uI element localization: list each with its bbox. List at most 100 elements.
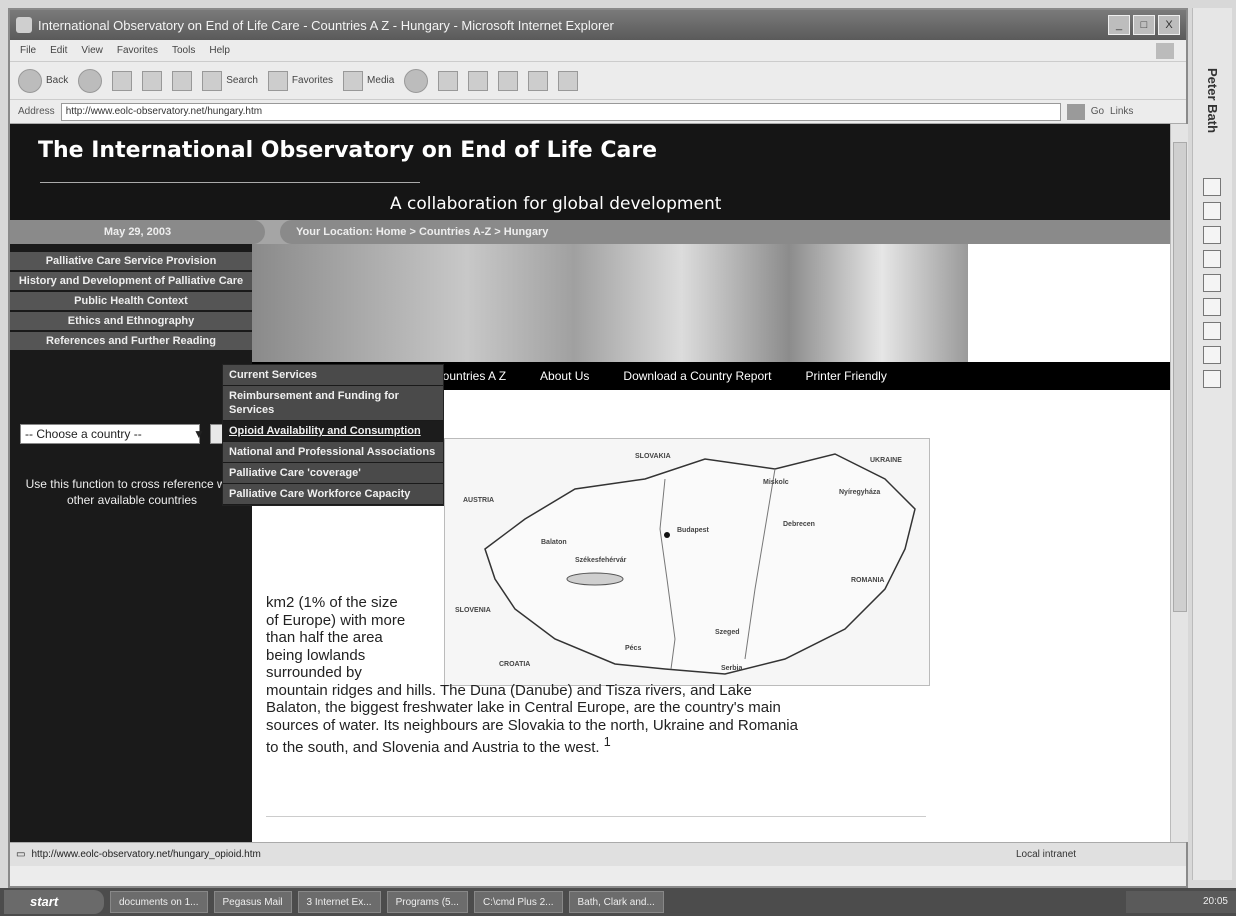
breadcrumb[interactable]: Your Location: Home > Countries A-Z > Hu… (280, 220, 1170, 244)
home-button[interactable] (172, 70, 193, 91)
close-button[interactable]: X (1158, 15, 1180, 35)
article-last-line: to the south, and Slovenia and Austria t… (266, 734, 938, 757)
settings-icon[interactable] (1203, 346, 1221, 364)
menu-help[interactable]: Help (209, 45, 230, 56)
article-line: than half the area (266, 629, 383, 646)
excel-icon[interactable] (1203, 202, 1221, 220)
side-item-history[interactable]: History and Development of Palliative Ca… (10, 272, 252, 292)
taskbar-item[interactable]: Programs (5... (386, 891, 468, 913)
go-arrow-icon[interactable] (1066, 103, 1085, 120)
taskbar-item[interactable]: Pegasus Mail (213, 891, 292, 913)
mail-button[interactable] (438, 70, 459, 91)
page-viewport: The International Observatory on End of … (10, 124, 1170, 842)
links-button[interactable]: Links (1110, 106, 1133, 117)
menu-favorites[interactable]: Favorites (117, 45, 158, 56)
map-label-debrecen: Debrecen (783, 521, 815, 528)
menu-item-reimbursement[interactable]: Reimbursement and Funding for Services (223, 386, 443, 421)
map-label-szekesfehervar: Székesfehérvár (575, 557, 627, 564)
country-select[interactable]: -- Choose a country -- ▼ (20, 424, 205, 444)
article-line: Balaton, the biggest freshwater lake in … (266, 699, 781, 716)
article-line: sources of water. Its neighbours are Slo… (266, 716, 798, 734)
print-button[interactable] (468, 70, 489, 91)
menu-item-workforce[interactable]: Palliative Care Workforce Capacity (223, 484, 443, 505)
article-text: km2 (1% of the size of Europe) with more… (266, 594, 938, 757)
calendar-icon[interactable] (1203, 298, 1221, 316)
favorites-button[interactable]: Favorites (267, 70, 333, 91)
side-toolbar-user: Peter Bath (1205, 68, 1220, 134)
media-label: Media (367, 75, 395, 86)
minimize-button[interactable]: _ (1108, 15, 1130, 35)
address-input[interactable]: http://www.eolc-observatory.net/hungary.… (60, 102, 1061, 121)
discuss-button[interactable] (528, 70, 549, 91)
nav-download-report[interactable]: Download a Country Report (623, 369, 771, 383)
menu-tools[interactable]: Tools (172, 45, 195, 56)
services-dropdown-menu: Current Services Reimbursement and Fundi… (222, 364, 444, 506)
nav-countries[interactable]: Countries A Z (434, 369, 506, 383)
vertical-scrollbar[interactable] (1170, 124, 1188, 842)
window-title: International Observatory on End of Life… (38, 17, 614, 33)
history-button[interactable] (404, 68, 429, 93)
menu-file[interactable]: File (20, 45, 36, 56)
browser-window: International Observatory on End of Life… (8, 8, 1188, 888)
map-label-austria: AUSTRIA (463, 497, 495, 504)
article-line: being lowlands (266, 646, 366, 664)
address-bar: Address http://www.eolc-observatory.net/… (10, 100, 1186, 124)
monitor-icon[interactable] (1203, 250, 1221, 268)
chevron-down-icon: ▼ (193, 427, 205, 441)
nav-printer-friendly[interactable]: Printer Friendly (805, 369, 886, 383)
footnote-link[interactable]: 1 (604, 735, 611, 749)
folder-icon[interactable] (1203, 274, 1221, 292)
content-divider (266, 816, 926, 817)
map-label-balaton: Balaton (541, 539, 567, 546)
forward-button[interactable] (78, 68, 103, 93)
map-label-budapest: Budapest (677, 527, 709, 534)
messenger-button[interactable] (558, 70, 579, 91)
menu-item-coverage[interactable]: Palliative Care 'coverage' (223, 463, 443, 484)
taskbar-item[interactable]: 3 Internet Ex... (297, 891, 381, 913)
map-label-ukraine: UKRAINE (870, 457, 902, 464)
taskbar-item[interactable]: documents on 1... (110, 891, 208, 913)
edit-button[interactable] (498, 70, 519, 91)
search-button[interactable]: Search (202, 70, 258, 91)
powerpoint-icon[interactable] (1203, 226, 1221, 244)
country-select-value: -- Choose a country -- (25, 427, 142, 441)
scrollbar-thumb[interactable] (1173, 142, 1187, 612)
word-icon[interactable] (1203, 178, 1221, 196)
status-zone: Local intranet (1016, 849, 1077, 860)
map-label-slovakia: SLOVAKIA (635, 453, 671, 460)
start-button[interactable]: start (4, 890, 104, 914)
clock-icon[interactable] (1203, 322, 1221, 340)
maximize-button[interactable]: □ (1133, 15, 1155, 35)
info-bar: May 29, 2003 Your Location: Home > Count… (10, 220, 1170, 244)
side-item-references[interactable]: References and Further Reading (10, 332, 252, 352)
menu-bar: File Edit View Favorites Tools Help (10, 40, 1186, 62)
stop-button[interactable] (112, 70, 133, 91)
menu-item-associations[interactable]: National and Professional Associations (223, 442, 443, 463)
nav-about[interactable]: About Us (540, 369, 589, 383)
go-button[interactable]: Go (1091, 106, 1104, 117)
side-item-public-health[interactable]: Public Health Context (10, 292, 252, 312)
back-button[interactable]: Back (18, 68, 69, 93)
title-bar: International Observatory on End of Life… (10, 10, 1186, 40)
menu-item-opioid-availability[interactable]: Opioid Availability and Consumption (223, 421, 443, 442)
lake-balaton (566, 572, 624, 586)
article-line: surrounded by (266, 664, 362, 681)
menu-edit[interactable]: Edit (50, 45, 67, 56)
media-button[interactable]: Media (343, 70, 395, 91)
header-banner-image (252, 244, 968, 362)
taskbar-item[interactable]: Bath, Clark and... (568, 891, 664, 913)
toolbar: Back Search Favorites Media (10, 62, 1186, 100)
article-line: to the south, and Slovenia and Austria t… (266, 739, 600, 756)
back-label: Back (46, 75, 69, 86)
side-item-service-provision[interactable]: Palliative Care Service Provision (10, 252, 252, 272)
refresh-button[interactable] (142, 70, 163, 91)
network-icon[interactable] (1203, 370, 1221, 388)
menu-item-current-services[interactable]: Current Services (223, 365, 443, 386)
search-icon (202, 70, 223, 91)
system-tray-clock: 20:05 (1126, 891, 1236, 913)
side-toolbar: Peter Bath (1192, 8, 1232, 880)
menu-view[interactable]: View (81, 45, 103, 56)
side-item-ethics[interactable]: Ethics and Ethnography (10, 312, 252, 332)
taskbar-item[interactable]: C:\cmd Plus 2... (473, 891, 563, 913)
status-page-icon: ▭ (16, 849, 26, 860)
